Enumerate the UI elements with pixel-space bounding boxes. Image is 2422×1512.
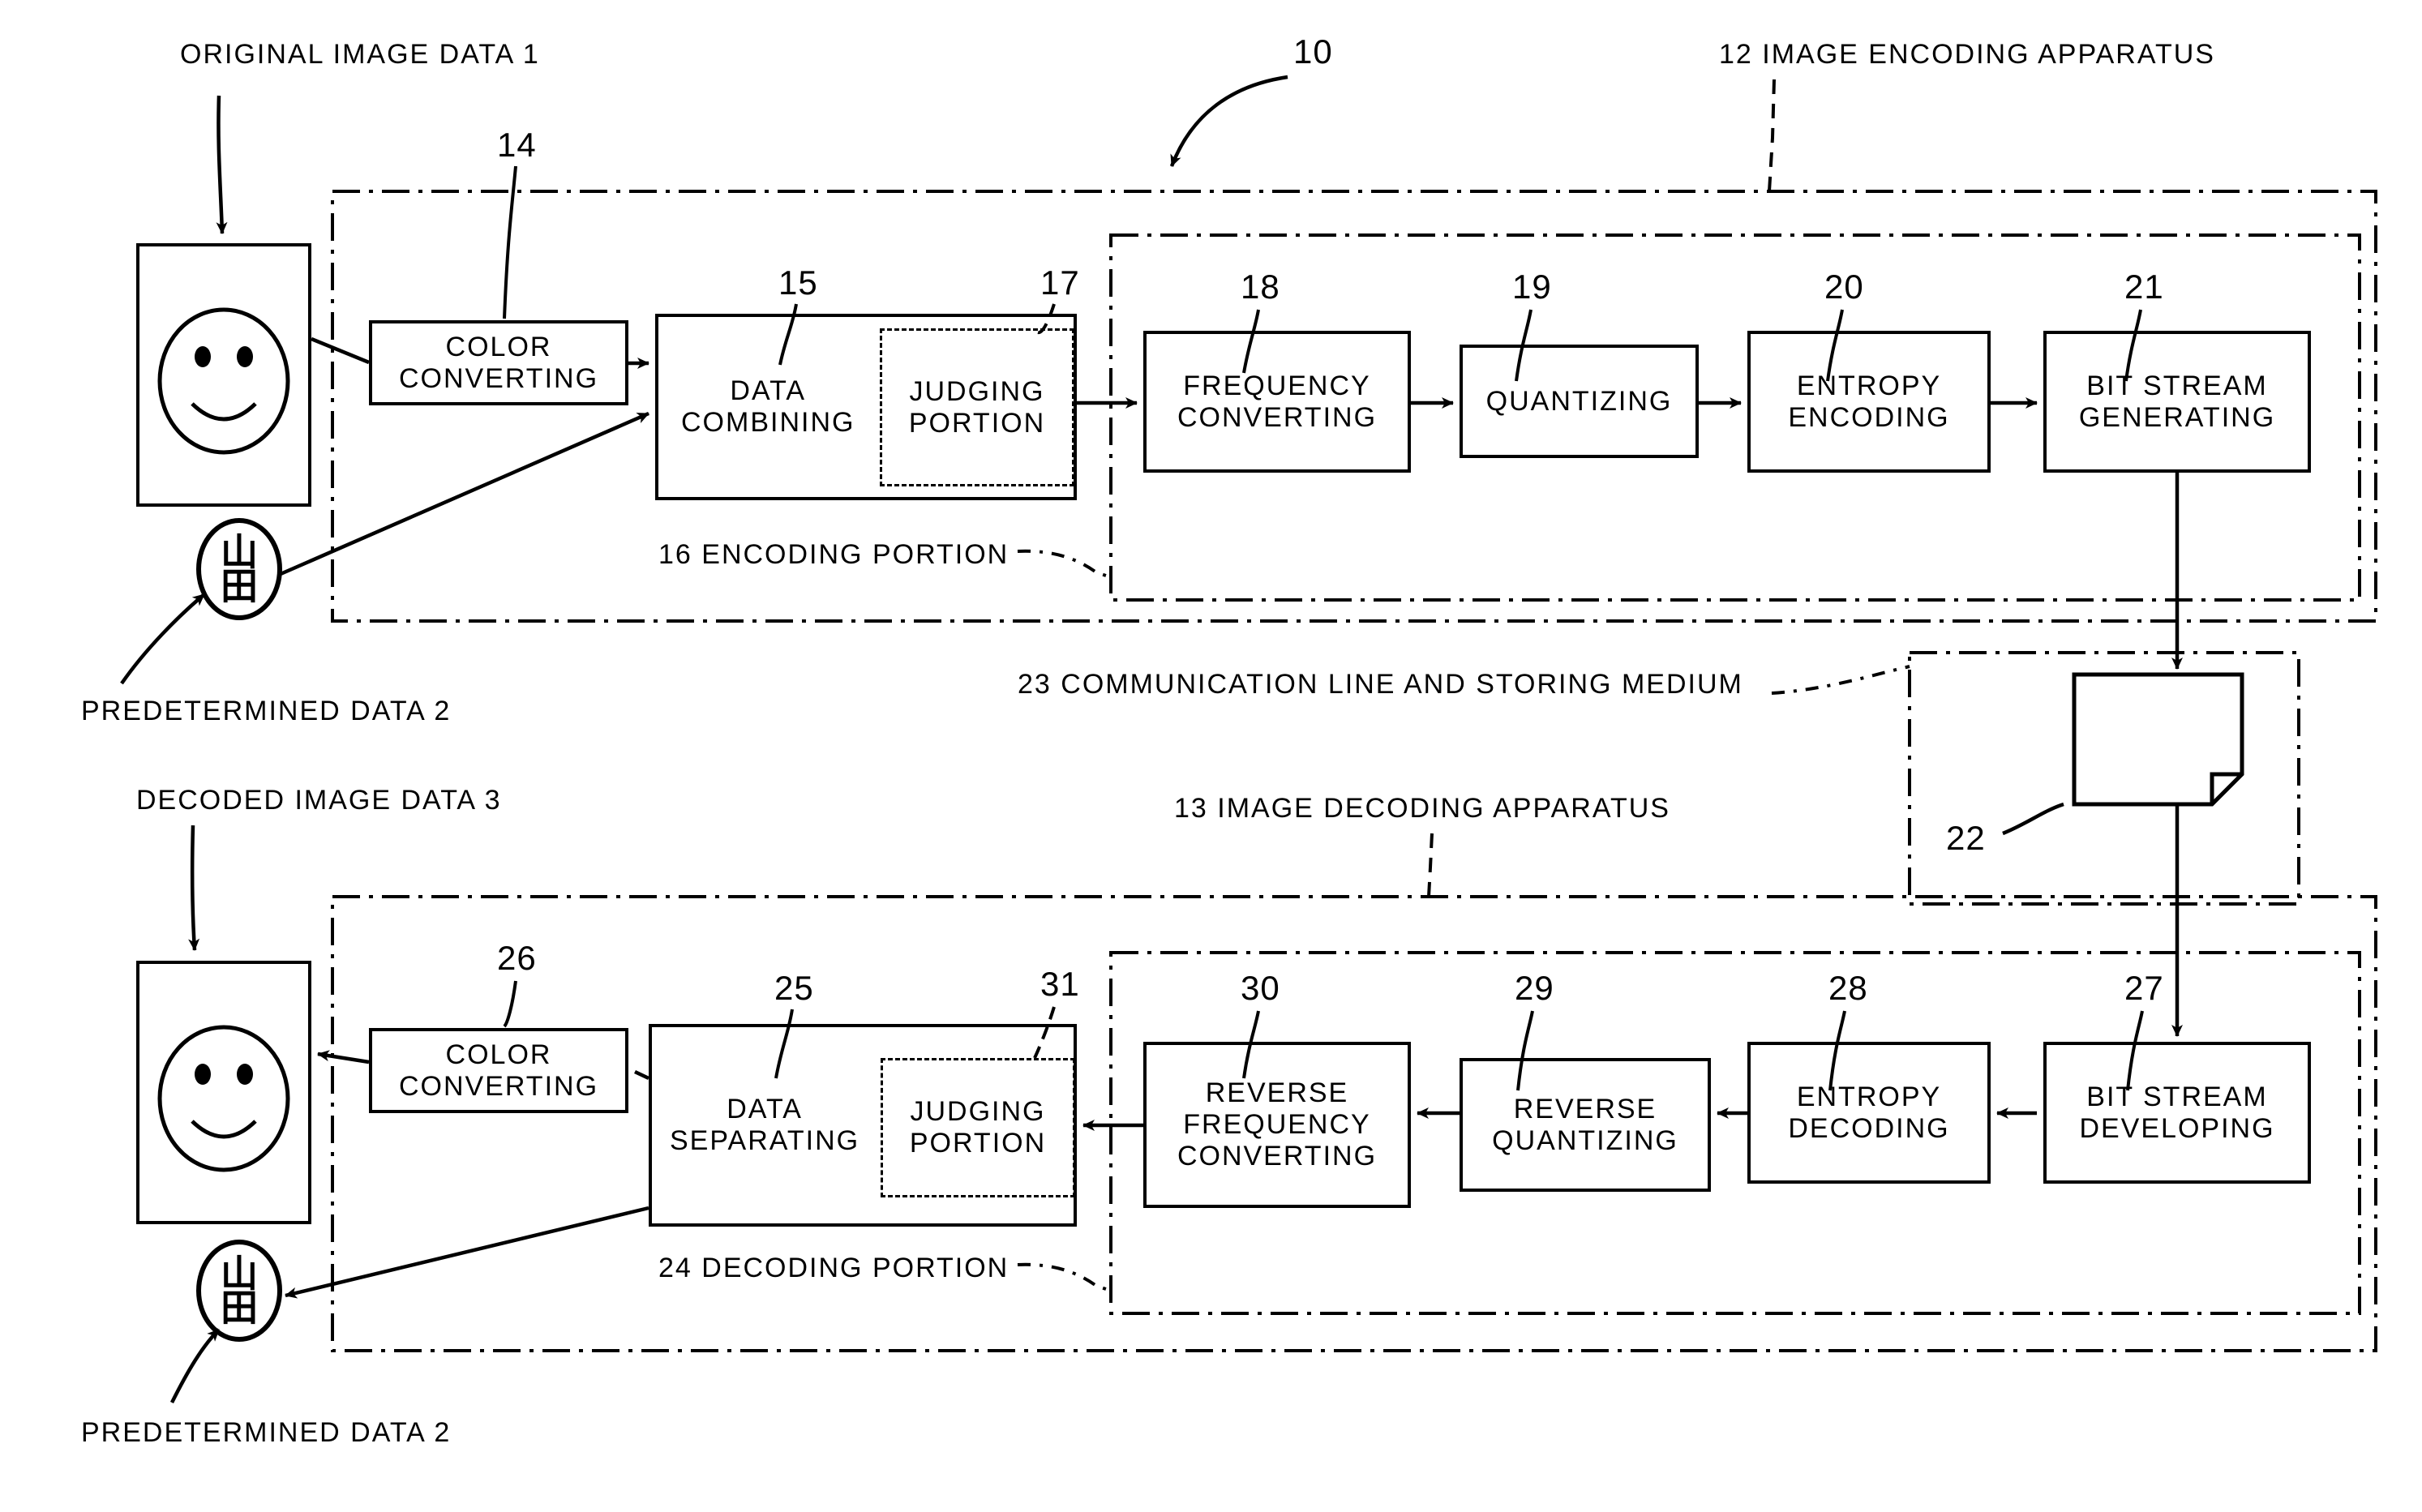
ref-num-21: 21 — [2124, 268, 2164, 306]
predetermined-data-seal-bottom: 山田 — [203, 1247, 276, 1334]
block-frequency-converting[interactable]: FREQUENCY CONVERTING — [1143, 331, 1411, 473]
label-original-image-data: ORIGINAL IMAGE DATA 1 — [180, 39, 540, 70]
decoded-image-thumbnail — [136, 961, 311, 1224]
block-reverse-frequency-converting[interactable]: REVERSE FREQUENCY CONVERTING — [1143, 1042, 1411, 1208]
label-image-decoding-apparatus: 13 IMAGE DECODING APPARATUS — [1174, 793, 1670, 824]
label-image-encoding-apparatus: 12 IMAGE ENCODING APPARATUS — [1719, 39, 2215, 70]
block-judging-portion-decode[interactable]: JUDGING PORTION — [881, 1058, 1075, 1197]
block-color-converting-decode[interactable]: COLOR CONVERTING — [369, 1028, 628, 1113]
block-reverse-quantizing[interactable]: REVERSE QUANTIZING — [1460, 1058, 1711, 1192]
seal-kanji-text: 山田 — [221, 529, 258, 608]
ref-num-26: 26 — [497, 939, 537, 977]
label-decoding-portion: 24 DECODING PORTION — [658, 1253, 1010, 1283]
block-judging-portion-encode[interactable]: JUDGING PORTION — [880, 328, 1074, 486]
block-encoded-data[interactable]: ENCODED DATA — [2076, 675, 2242, 804]
block-bit-stream-generating[interactable]: BIT STREAM GENERATING — [2043, 331, 2311, 473]
original-image-thumbnail — [136, 243, 311, 507]
ref-num-19: 19 — [1512, 268, 1552, 306]
ref-num-17: 17 — [1040, 263, 1080, 302]
block-bit-stream-developing[interactable]: BIT STREAM DEVELOPING — [2043, 1042, 2311, 1184]
ref-num-30: 30 — [1241, 969, 1280, 1007]
ref-num-28: 28 — [1828, 969, 1868, 1007]
ref-num-29: 29 — [1515, 969, 1554, 1007]
block-entropy-encoding[interactable]: ENTROPY ENCODING — [1747, 331, 1991, 473]
ref-num-20: 20 — [1824, 268, 1864, 306]
predetermined-data-seal-top: 山田 — [203, 525, 276, 613]
seal-kanji-text-bottom: 山田 — [221, 1251, 258, 1330]
label-decoded-image-data: DECODED IMAGE DATA 3 — [136, 785, 502, 816]
ref-num-25: 25 — [774, 969, 814, 1007]
block-entropy-decoding[interactable]: ENTROPY DECODING — [1747, 1042, 1991, 1184]
ref-num-15: 15 — [778, 263, 818, 302]
block-color-converting-encode[interactable]: COLOR CONVERTING — [369, 320, 628, 405]
label-communication-line: 23 COMMUNICATION LINE AND STORING MEDIUM — [1018, 669, 1743, 700]
label-encoding-portion: 16 ENCODING PORTION — [658, 539, 1010, 570]
block-quantizing[interactable]: QUANTIZING — [1460, 345, 1699, 458]
ref-num-22: 22 — [1946, 819, 1986, 857]
ref-num-14: 14 — [497, 126, 537, 164]
ref-num-18: 18 — [1241, 268, 1280, 306]
ref-num-31: 31 — [1040, 965, 1080, 1003]
label-system-number: 10 — [1293, 32, 1333, 71]
label-predetermined-data-top: PREDETERMINED DATA 2 — [81, 696, 452, 726]
ref-num-27: 27 — [2124, 969, 2164, 1007]
patent-figure: ORIGINAL IMAGE DATA 1 10 12 IMAGE ENCODI… — [0, 0, 2422, 1512]
label-predetermined-data-bottom: PREDETERMINED DATA 2 — [81, 1417, 452, 1448]
